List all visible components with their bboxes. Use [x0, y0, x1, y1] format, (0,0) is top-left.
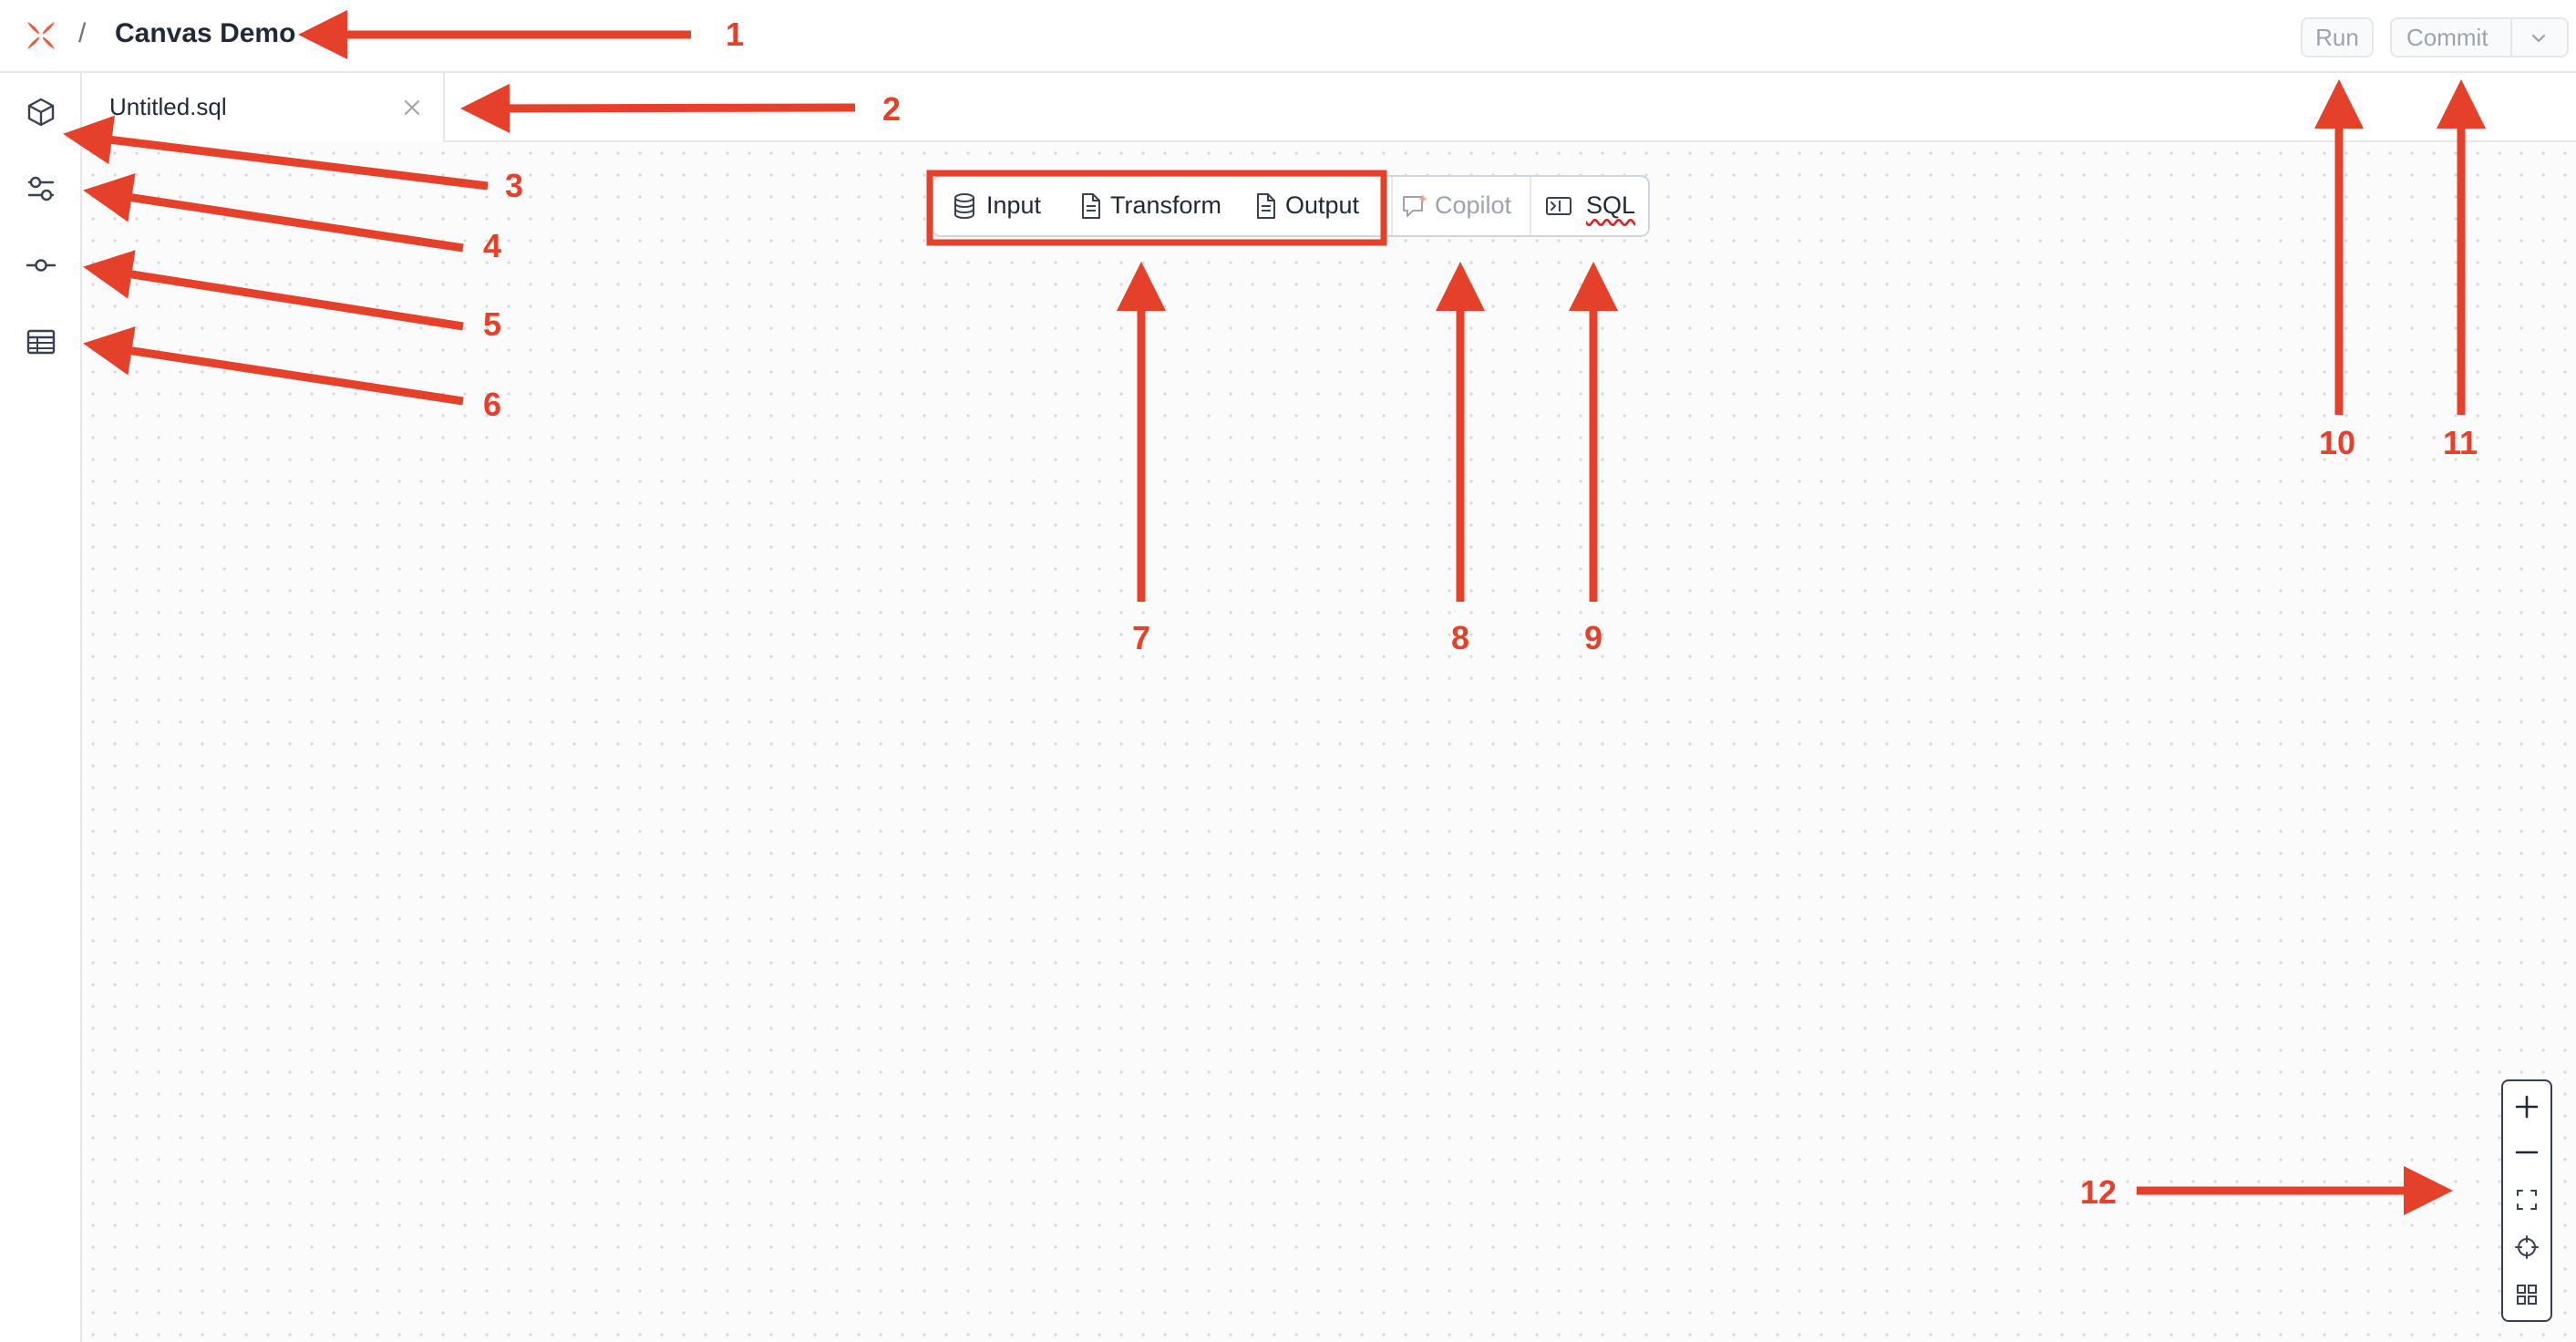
document-icon: [1257, 193, 1275, 219]
run-button[interactable]: Run: [2301, 17, 2374, 57]
terminal-icon: [1546, 197, 1571, 215]
logo-icon[interactable]: [22, 16, 60, 55]
commit-node-icon[interactable]: [22, 246, 60, 284]
copilot-label: Copilot: [1435, 191, 1512, 219]
grid-icon[interactable]: [2512, 1280, 2541, 1309]
tab-untitled-sql[interactable]: Untitled.sql: [82, 73, 445, 142]
cube-icon[interactable]: [22, 93, 60, 131]
copilot-icon: [1403, 194, 1427, 217]
pipeline-canvas[interactable]: [82, 142, 2576, 1342]
commit-button[interactable]: Commit: [2390, 17, 2569, 57]
editor-tab-strip: Untitled.sql: [82, 73, 2576, 142]
sliders-icon[interactable]: [22, 170, 60, 208]
sql-label: SQL: [1586, 191, 1636, 219]
project-title[interactable]: Canvas Demo: [115, 18, 295, 49]
run-button-label: Run: [2315, 24, 2359, 51]
zoom-in-icon[interactable]: [2512, 1092, 2541, 1121]
top-bar: / Canvas Demo Run Commit: [0, 0, 2576, 73]
input-label: Input: [986, 191, 1042, 219]
crosshair-icon[interactable]: [2512, 1233, 2541, 1262]
copilot-button[interactable]: Copilot: [1395, 177, 1517, 235]
tab-label: Untitled.sql: [109, 93, 227, 120]
output-button[interactable]: Output: [1251, 177, 1384, 235]
sidebar-rail: [0, 73, 82, 1342]
transform-label: Transform: [1110, 191, 1222, 219]
fit-view-icon[interactable]: [2512, 1185, 2541, 1214]
zoom-controls: [2501, 1079, 2552, 1322]
toolbar-divider: [1391, 177, 1393, 235]
breadcrumb-separator: /: [78, 18, 87, 48]
toolbar-divider: [1530, 177, 1531, 235]
sql-button[interactable]: SQL: [1533, 177, 1646, 235]
commit-divider: [2510, 19, 2512, 56]
input-button[interactable]: Input: [950, 177, 1057, 235]
chevron-down-icon[interactable]: [2527, 26, 2550, 50]
table-icon[interactable]: [22, 323, 60, 361]
document-icon: [1082, 193, 1100, 219]
zoom-out-icon[interactable]: [2512, 1138, 2541, 1167]
database-icon: [954, 193, 974, 220]
commit-button-label: Commit: [2406, 24, 2488, 51]
close-icon[interactable]: [401, 97, 423, 119]
transform-button[interactable]: Transform: [1076, 177, 1245, 235]
output-label: Output: [1285, 191, 1360, 219]
node-toolbar: Input Transform Output Copilot SQL: [932, 175, 1650, 237]
